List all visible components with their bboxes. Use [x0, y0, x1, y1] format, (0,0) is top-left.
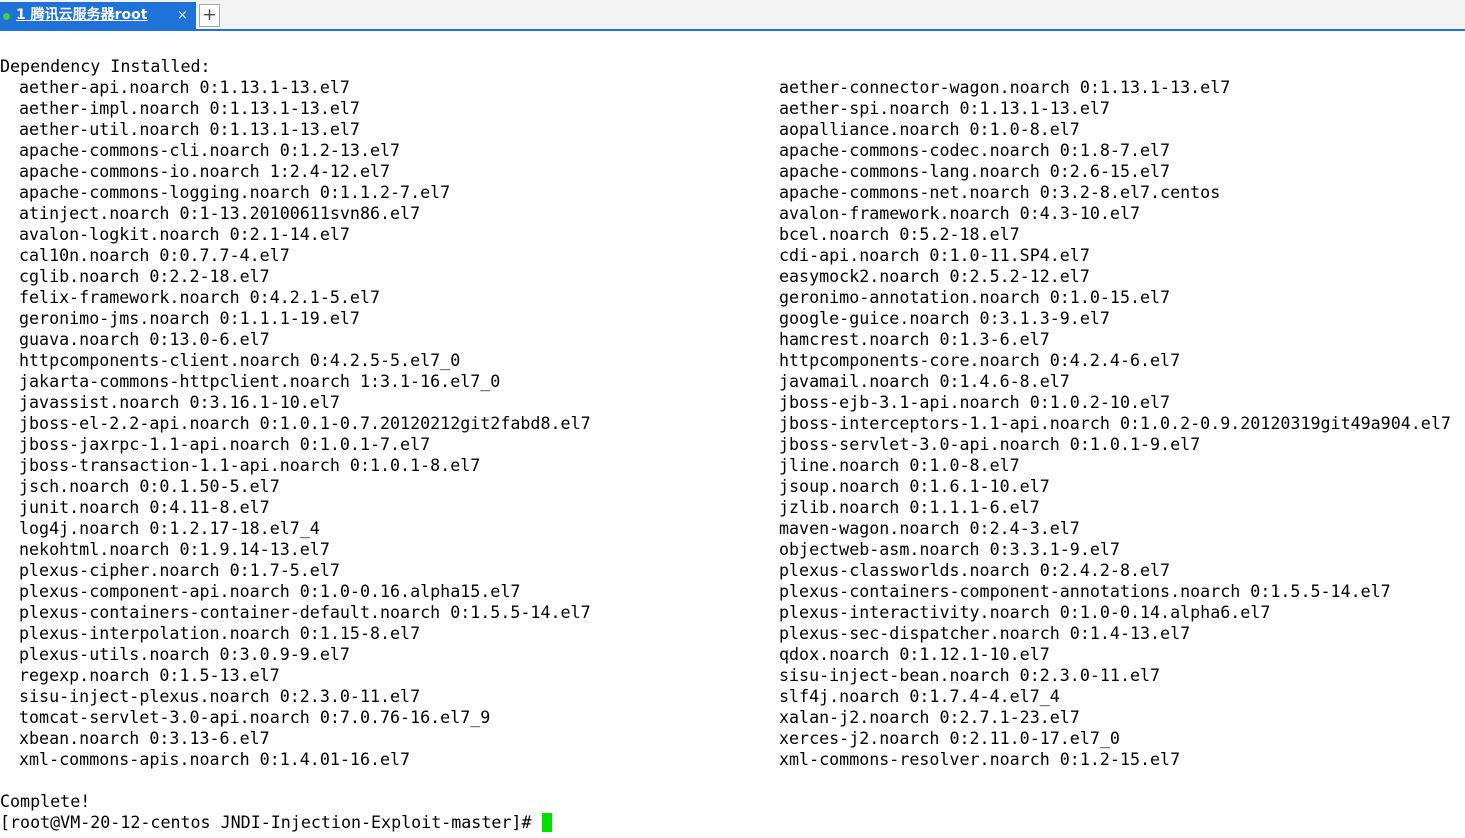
tab-session-1[interactable]: 1 腾讯云服务器root × — [0, 2, 196, 29]
tab-label: 1 腾讯云服务器root — [16, 7, 148, 23]
package-entry: jboss-servlet-3.0-api.noarch 0:1.0.1-9.e… — [779, 435, 1201, 454]
package-entry: geronimo-jms.noarch 0:1.1.1-19.el7 — [19, 309, 360, 328]
package-entry: javassist.noarch 0:3.16.1-10.el7 — [19, 393, 340, 412]
package-entry: apache-commons-lang.noarch 0:2.6-15.el7 — [779, 162, 1171, 181]
package-entry: plexus-containers-container-default.noar… — [19, 603, 591, 622]
package-entry: xml-commons-apis.noarch 0:1.4.01-16.el7 — [19, 750, 411, 769]
package-entry: httpcomponents-client.noarch 0:4.2.5-5.e… — [19, 351, 461, 370]
package-entry: plexus-sec-dispatcher.noarch 0:1.4-13.el… — [779, 624, 1191, 643]
package-entry: sisu-inject-plexus.noarch 0:2.3.0-11.el7 — [19, 687, 421, 706]
package-entry: guava.noarch 0:13.0-6.el7 — [19, 330, 270, 349]
package-entry: jsoup.noarch 0:1.6.1-10.el7 — [779, 477, 1050, 496]
complete-message: Complete! — [0, 792, 91, 811]
package-entry: jsch.noarch 0:0.1.50-5.el7 — [19, 477, 280, 496]
package-entry: jboss-el-2.2-api.noarch 0:1.0.1-0.7.2012… — [19, 414, 591, 433]
package-entry: sisu-inject-bean.noarch 0:2.3.0-11.el7 — [779, 666, 1161, 685]
package-entry: hamcrest.noarch 0:1.3-6.el7 — [779, 330, 1050, 349]
package-entry: objectweb-asm.noarch 0:3.3.1-9.el7 — [779, 540, 1120, 559]
package-entry: jboss-jaxrpc-1.1-api.noarch 0:1.0.1-7.el… — [19, 435, 431, 454]
package-entry: maven-wagon.noarch 0:2.4-3.el7 — [779, 519, 1080, 538]
package-entry: apache-commons-io.noarch 1:2.4-12.el7 — [19, 162, 391, 181]
package-entry: apache-commons-cli.noarch 0:1.2-13.el7 — [19, 141, 401, 160]
package-entry: xbean.noarch 0:3.13-6.el7 — [19, 729, 270, 748]
package-entry: easymock2.noarch 0:2.5.2-12.el7 — [779, 267, 1090, 286]
package-entry: qdox.noarch 0:1.12.1-10.el7 — [779, 645, 1050, 664]
package-entry: apache-commons-net.noarch 0:3.2-8.el7.ce… — [779, 183, 1221, 202]
package-entry: aether-impl.noarch 0:1.13.1-13.el7 — [19, 99, 360, 118]
package-entry: cglib.noarch 0:2.2-18.el7 — [19, 267, 270, 286]
package-entry: plexus-interpolation.noarch 0:1.15-8.el7 — [19, 624, 421, 643]
close-icon[interactable]: × — [177, 2, 188, 29]
terminal-output[interactable]: Dependency Installed: aether-api.noarch … — [0, 56, 1465, 838]
package-entry: jzlib.noarch 0:1.1.1-6.el7 — [779, 498, 1040, 517]
package-entry: slf4j.noarch 0:1.7.4-4.el7_4 — [779, 687, 1060, 706]
package-entry: aopalliance.noarch 0:1.0-8.el7 — [779, 120, 1080, 139]
package-entry: atinject.noarch 0:1-13.20100611svn86.el7 — [19, 204, 421, 223]
package-entry: tomcat-servlet-3.0-api.noarch 0:7.0.76-1… — [19, 708, 491, 727]
package-entry: avalon-framework.noarch 0:4.3-10.el7 — [779, 204, 1141, 223]
package-entry: avalon-logkit.noarch 0:2.1-14.el7 — [19, 225, 350, 244]
package-entry: aether-spi.noarch 0:1.13.1-13.el7 — [779, 99, 1110, 118]
package-entry: jboss-transaction-1.1-api.noarch 0:1.0.1… — [19, 456, 481, 475]
package-entry: plexus-cipher.noarch 0:1.7-5.el7 — [19, 561, 340, 580]
text-cursor — [541, 813, 552, 832]
package-entry: jakarta-commons-httpclient.noarch 1:3.1-… — [19, 372, 501, 391]
package-entry: apache-commons-logging.noarch 0:1.1.2-7.… — [19, 183, 451, 202]
package-entry: httpcomponents-core.noarch 0:4.2.4-6.el7 — [779, 351, 1181, 370]
package-entry: xerces-j2.noarch 0:2.11.0-17.el7_0 — [779, 729, 1120, 748]
package-entry: jboss-interceptors-1.1-api.noarch 0:1.0.… — [779, 414, 1451, 433]
shell-prompt[interactable]: [root@VM-20-12-centos JNDI-Injection-Exp… — [0, 812, 552, 833]
package-entry: plexus-component-api.noarch 0:1.0-0.16.a… — [19, 582, 521, 601]
package-entry: plexus-interactivity.noarch 0:1.0-0.14.a… — [779, 603, 1271, 622]
package-entry: plexus-containers-component-annotations.… — [779, 582, 1391, 601]
package-entry: aether-connector-wagon.noarch 0:1.13.1-1… — [779, 78, 1231, 97]
prompt-text: [root@VM-20-12-centos JNDI-Injection-Exp… — [0, 813, 542, 832]
package-entry: aether-util.noarch 0:1.13.1-13.el7 — [19, 120, 360, 139]
package-entry: apache-commons-codec.noarch 0:1.8-7.el7 — [779, 141, 1171, 160]
connection-status-icon — [3, 13, 10, 20]
tab-bar: 1 腾讯云服务器root × + — [0, 0, 1465, 31]
package-entry: geronimo-annotation.noarch 0:1.0-15.el7 — [779, 288, 1171, 307]
package-entry: xalan-j2.noarch 0:2.7.1-23.el7 — [779, 708, 1080, 727]
package-entry: google-guice.noarch 0:3.1.3-9.el7 — [779, 309, 1110, 328]
package-entry: plexus-utils.noarch 0:3.0.9-9.el7 — [19, 645, 350, 664]
package-entry: aether-api.noarch 0:1.13.1-13.el7 — [19, 78, 350, 97]
package-entry: cdi-api.noarch 0:1.0-11.SP4.el7 — [779, 246, 1090, 265]
dependency-header: Dependency Installed: — [0, 57, 211, 76]
package-entry: jline.noarch 0:1.0-8.el7 — [779, 456, 1020, 475]
package-entry: bcel.noarch 0:5.2-18.el7 — [779, 225, 1020, 244]
package-entry: regexp.noarch 0:1.5-13.el7 — [19, 666, 280, 685]
package-entry: cal10n.noarch 0:0.7.7-4.el7 — [19, 246, 290, 265]
package-entry: plexus-classworlds.noarch 0:2.4.2-8.el7 — [779, 561, 1171, 580]
new-tab-button[interactable]: + — [199, 4, 220, 27]
package-entry: nekohtml.noarch 0:1.9.14-13.el7 — [19, 540, 330, 559]
package-entry: junit.noarch 0:4.11-8.el7 — [19, 498, 270, 517]
package-entry: javamail.noarch 0:1.4.6-8.el7 — [779, 372, 1070, 391]
package-entry: jboss-ejb-3.1-api.noarch 0:1.0.2-10.el7 — [779, 393, 1171, 412]
package-entry: log4j.noarch 0:1.2.17-18.el7_4 — [19, 519, 320, 538]
package-entry: felix-framework.noarch 0:4.2.1-5.el7 — [19, 288, 381, 307]
package-entry: xml-commons-resolver.noarch 0:1.2-15.el7 — [779, 750, 1181, 769]
